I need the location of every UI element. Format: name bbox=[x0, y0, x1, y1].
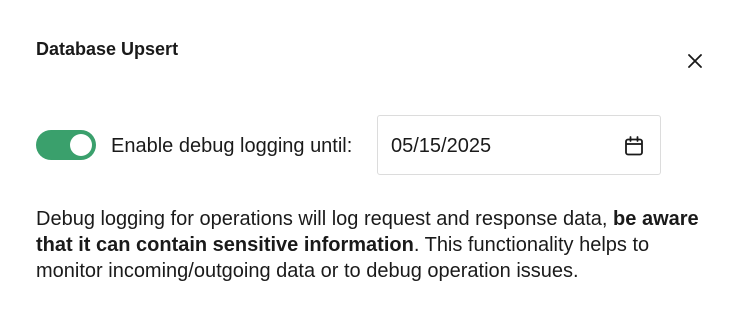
description-text-1: Debug logging for operations will log re… bbox=[36, 208, 614, 230]
dialog-title: Database Upsert bbox=[36, 39, 179, 59]
close-button[interactable] bbox=[682, 48, 708, 74]
database-upsert-dialog: Database Upsert Enable debug logging unt… bbox=[0, 0, 750, 309]
debug-description: Debug logging for operations will log re… bbox=[36, 206, 716, 284]
close-icon bbox=[688, 54, 702, 68]
debug-logging-toggle[interactable] bbox=[36, 130, 96, 160]
debug-until-date-input[interactable]: 05/15/2025 bbox=[377, 115, 661, 175]
debug-logging-label: Enable debug logging until: bbox=[111, 135, 353, 157]
date-value: 05/15/2025 bbox=[391, 135, 492, 157]
calendar-icon[interactable] bbox=[623, 135, 645, 157]
toggle-knob bbox=[70, 134, 92, 156]
